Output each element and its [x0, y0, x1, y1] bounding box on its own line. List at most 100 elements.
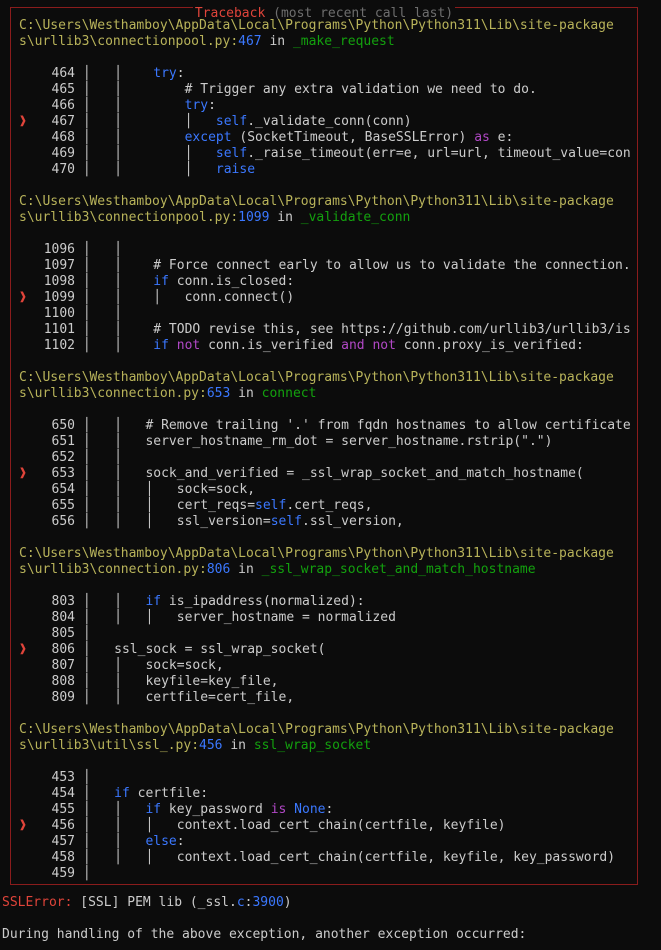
indent-guides: │ │: [82, 482, 146, 497]
indent-guides: │ │: [82, 322, 154, 337]
traceback-frame: C:\Users\Westhamboy\AppData\Local\Progra…: [19, 722, 637, 882]
code-text: (SocketTimeout, BaseSSLError): [231, 130, 475, 145]
code-line: 809 │ │ certfile=cert_file,: [19, 690, 637, 706]
current-line-arrow-icon: [19, 674, 35, 690]
frame-lineno: 653: [206, 386, 231, 401]
indent-guides: │: [82, 818, 115, 833]
code-line: 652 │ │: [19, 450, 637, 466]
frame-function: ssl_wrap_socket: [253, 738, 372, 753]
indent-guides: │: [82, 786, 115, 801]
code-line: 803 │ │ if is_ipaddress(normalized):: [19, 594, 637, 610]
indent-guides: │ │: [82, 306, 154, 321]
code-keyword: not: [176, 338, 201, 353]
current-line-arrow-icon: [19, 594, 35, 610]
indent-guides: │: [82, 866, 115, 881]
indent-guides: │ │: [82, 130, 154, 145]
code-keyword: if: [153, 338, 169, 353]
code-text: │ sock=sock,: [145, 482, 256, 497]
indent-guides: │ │: [82, 290, 154, 305]
line-number: 457: [51, 834, 75, 849]
current-line-arrow-icon: [19, 658, 35, 674]
line-number: 469: [51, 146, 75, 161]
code-text: # Force connect early to allow us to val…: [153, 258, 631, 273]
code-text: │ ssl_version=: [145, 514, 271, 529]
code-line: 459 │: [19, 866, 637, 882]
frame-path-line2: s\urllib3\connectionpool.py:1099 in _val…: [19, 210, 411, 225]
line-number: 807: [51, 658, 75, 673]
code-text: .cert_reqs,: [286, 498, 373, 513]
indent-guides: │ │: [82, 450, 146, 465]
line-number: 653: [51, 466, 75, 481]
code-text: ._raise_timeout(err=e, url=url, timeout_…: [247, 146, 631, 161]
line-number: 466: [51, 98, 75, 113]
frame-path-line2: s\urllib3\util\ssl_.py:456 in ssl_wrap_s…: [19, 738, 372, 753]
line-number: 650: [51, 418, 75, 433]
traceback-frame: C:\Users\Westhamboy\AppData\Local\Progra…: [19, 18, 637, 178]
indent-guides: │ │: [82, 82, 154, 97]
code-line: 655 │ │ │ cert_reqs= self .cert_reqs,: [19, 498, 637, 514]
indent-guides: │: [82, 834, 115, 849]
traceback-frame: C:\Users\Westhamboy\AppData\Local\Progra…: [19, 370, 637, 530]
line-number: 806: [51, 642, 75, 657]
code-line: 455 │ │ if key_password is None:: [19, 802, 637, 818]
current-line-arrow-icon: [19, 274, 35, 290]
code-line: 805 │: [19, 626, 637, 642]
code-line: 464 │ │ try:: [19, 66, 637, 82]
code-text: │: [153, 114, 216, 129]
code-line: 808 │ │ keyfile=key_file,: [19, 674, 637, 690]
current-line-arrow-icon: [19, 146, 35, 162]
current-line-arrow-icon: ❱: [19, 466, 27, 481]
frame-file: s\urllib3\connection.py: [19, 386, 200, 401]
indent-guides: │ │: [82, 594, 146, 609]
line-number: 651: [51, 434, 75, 449]
code-line: 468 │ │ except (SocketTimeout, BaseSSLEr…: [19, 130, 637, 146]
frame-path-line2: s\urllib3\connection.py:653 in connect: [19, 386, 317, 401]
code-keyword: else: [145, 834, 177, 849]
current-line-arrow-icon: [19, 498, 35, 514]
code-line: 1097 │ │ # Force connect early to allow …: [19, 258, 637, 274]
traceback-frame: C:\Users\Westhamboy\AppData\Local\Progra…: [19, 194, 637, 354]
code-text: │ conn.connect(): [153, 290, 295, 305]
indent-guides: │: [82, 658, 115, 673]
indent-guides: │ │: [82, 466, 146, 481]
line-number: 458: [51, 850, 75, 865]
current-line-arrow-icon: ❱: [19, 642, 27, 657]
frame-function: _ssl_wrap_socket_and_match_hostname: [261, 562, 536, 577]
current-line-arrow-icon: [19, 514, 35, 530]
current-line-arrow-icon: [19, 434, 35, 450]
frame-path-line1: C:\Users\Westhamboy\AppData\Local\Progra…: [19, 194, 614, 209]
line-number: 1096: [43, 242, 75, 257]
indent-guides: │ │: [82, 274, 154, 289]
line-number: 454: [51, 786, 75, 801]
error-message-num: 3900: [252, 895, 284, 910]
code-text: key_password: [161, 802, 271, 817]
frame-lineno: 1099: [238, 210, 270, 225]
current-line-arrow-icon: ❱: [19, 818, 27, 833]
code-line: 1102 │ │ if not conn.is_verified and not…: [19, 338, 637, 354]
code-line: 1101 │ │ # TODO revise this, see https:/…: [19, 322, 637, 338]
current-line-arrow-icon: [19, 130, 35, 146]
current-line-arrow-icon: [19, 82, 35, 98]
code-text: │ │ context.load_cert_chain(certfile, ke…: [114, 818, 506, 833]
error-line: SSLError: [SSL] PEM lib (_ssl.c:3900): [2, 895, 292, 911]
error-message-c: c: [236, 895, 245, 910]
indent-guides: │ │: [82, 114, 154, 129]
code-text: ._validate_conn(conn): [247, 114, 412, 129]
indent-guides: │ │: [82, 146, 154, 161]
frame-function: _validate_conn: [300, 210, 411, 225]
current-line-arrow-icon: [19, 258, 35, 274]
frame-in-word: in: [238, 386, 254, 401]
line-number: 1101: [43, 322, 75, 337]
code-text: │ │ context.load_cert_chain(certfile, ke…: [114, 850, 616, 865]
current-line-arrow-icon: [19, 66, 35, 82]
frame-file: s\urllib3\connection.py: [19, 562, 200, 577]
current-line-arrow-icon: [19, 626, 35, 642]
line-number: 656: [51, 514, 75, 529]
line-number: 1099: [43, 290, 75, 305]
code-text: .ssl_version,: [302, 514, 404, 529]
indent-guides: │: [82, 770, 115, 785]
indent-guides: │: [82, 850, 115, 865]
line-number: 464: [51, 66, 75, 81]
